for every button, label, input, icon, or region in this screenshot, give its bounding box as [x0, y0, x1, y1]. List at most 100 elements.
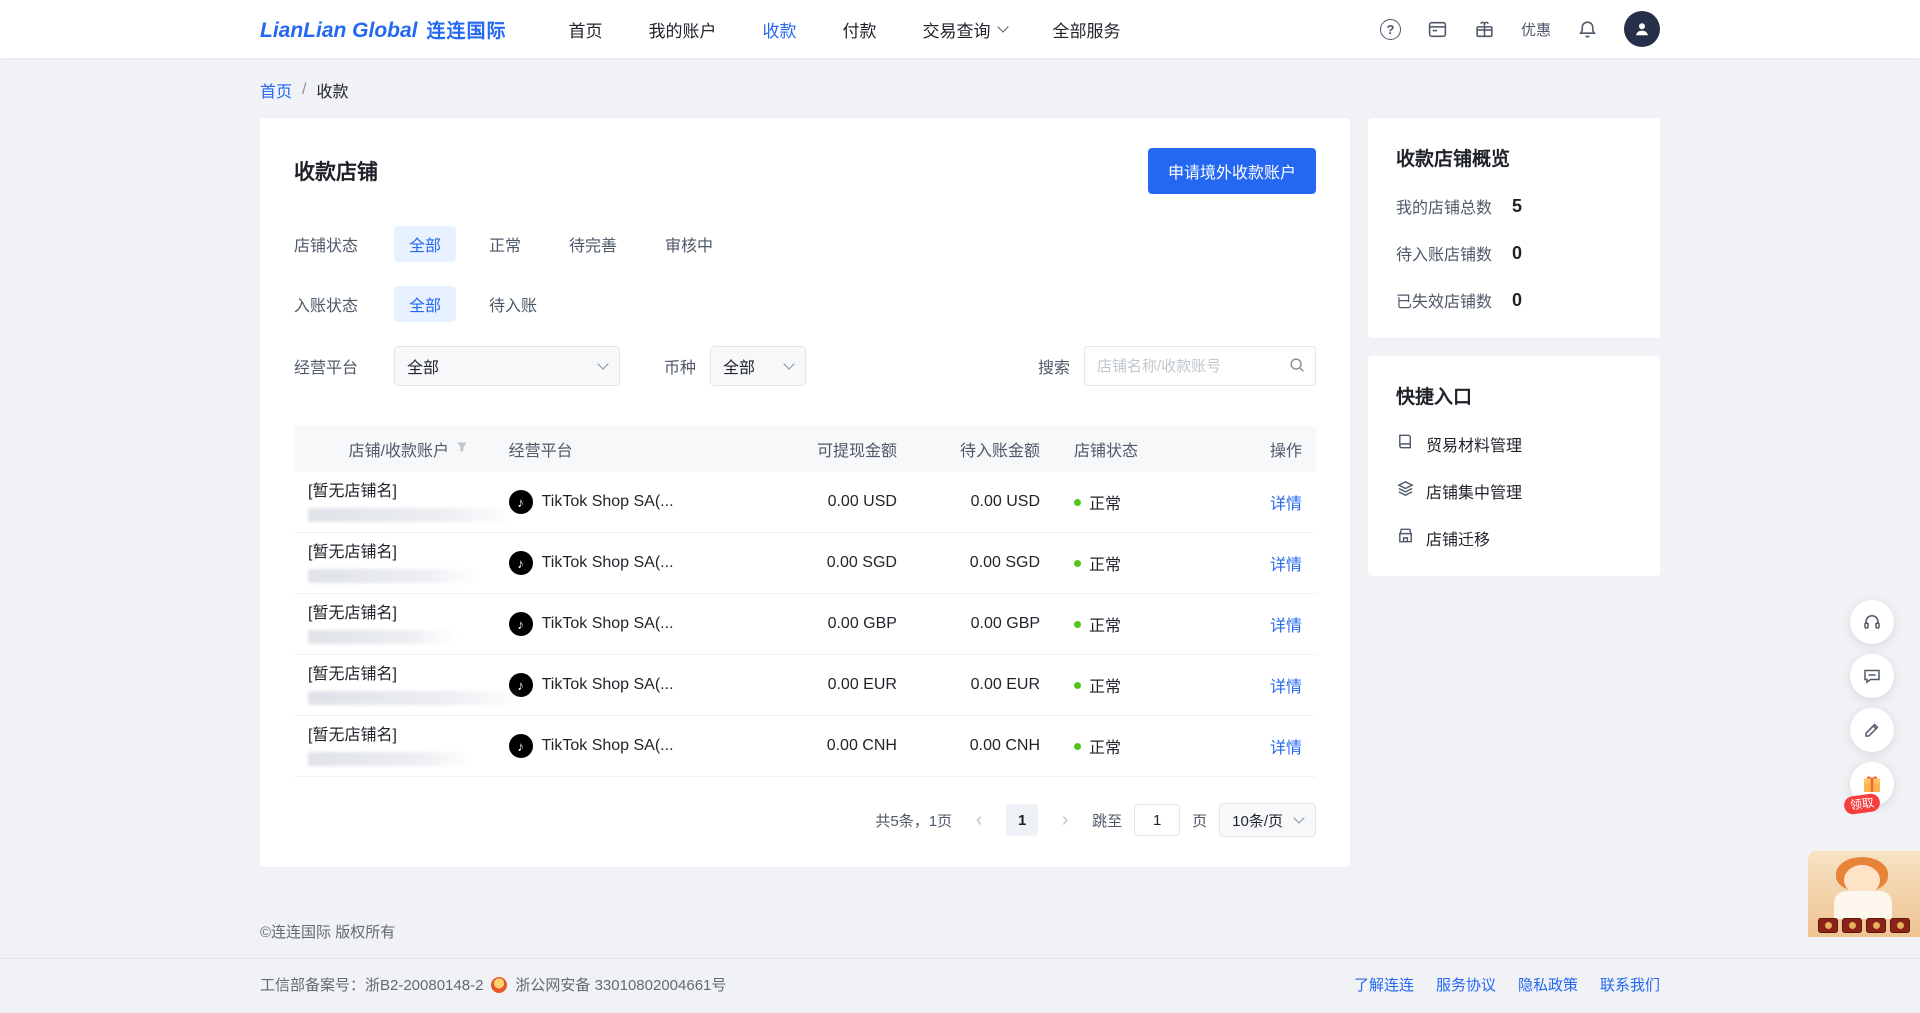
detail-link[interactable]: 详情: [1270, 679, 1302, 696]
icp-number: 工信部备案号：浙B2-20080148-2: [260, 974, 483, 995]
survey-pencil-button[interactable]: [1850, 708, 1894, 752]
nav-item-account[interactable]: 我的账户: [649, 17, 717, 42]
page-size-value: 10条/页: [1232, 810, 1283, 831]
nav-item-receive[interactable]: 收款: [763, 17, 797, 42]
promo-mini-button[interactable]: [1866, 918, 1886, 933]
promo-mini-button[interactable]: [1842, 918, 1862, 933]
promo-widget[interactable]: [1808, 851, 1920, 937]
platform-currency-filter: 经营平台 全部 币种 全部 搜索: [294, 346, 1316, 386]
jump-page-input[interactable]: [1134, 804, 1180, 836]
footer-link-privacy[interactable]: 隐私政策: [1518, 974, 1578, 995]
status-dot: [1074, 743, 1081, 750]
promo-mini-button[interactable]: [1818, 918, 1838, 933]
table-row: [暂无店铺名] ♪TikTok Shop SA(... 0.00 GBP 0.0…: [294, 594, 1316, 655]
store-status-reviewing[interactable]: 审核中: [650, 226, 728, 262]
quick-item-trade-materials[interactable]: 贸易材料管理: [1396, 432, 1632, 456]
status-dot: [1074, 621, 1081, 628]
pending-amount: 0.00 EUR: [897, 676, 1040, 694]
quick-item-store-management[interactable]: 店铺集中管理: [1396, 479, 1632, 503]
gift-box-icon[interactable]: [1474, 19, 1495, 40]
chevron-down-icon: [1293, 812, 1304, 823]
platform-name: TikTok Shop SA(...: [542, 737, 674, 755]
overview-title: 收款店铺概览: [1396, 144, 1632, 171]
store-name: [暂无店铺名]: [308, 726, 509, 745]
promo-link[interactable]: 优惠: [1521, 19, 1551, 40]
currency-select-value: 全部: [723, 354, 755, 378]
nav-item-transactions[interactable]: 交易查询: [923, 17, 1007, 42]
status-text: 正常: [1089, 612, 1121, 636]
filter-funnel-icon[interactable]: [456, 440, 468, 458]
footer-link-contact[interactable]: 联系我们: [1600, 974, 1660, 995]
footer-divider: [0, 958, 1920, 959]
store-status-label: 店铺状态: [294, 232, 380, 256]
search-label: 搜索: [1038, 354, 1070, 378]
pending-amount: 0.00 SGD: [897, 554, 1040, 572]
store-status-incomplete[interactable]: 待完善: [554, 226, 632, 262]
tiktok-icon: ♪: [509, 734, 533, 758]
header-action: 操作: [1214, 437, 1316, 461]
platform-select[interactable]: 全部: [394, 346, 620, 386]
table-row: [暂无店铺名] ♪TikTok Shop SA(... 0.00 CNH 0.0…: [294, 716, 1316, 777]
promo-mini-button[interactable]: [1890, 918, 1910, 933]
store-name: [暂无店铺名]: [308, 543, 509, 562]
prev-page-button[interactable]: ‹: [964, 805, 994, 835]
header-platform: 经营平台: [509, 437, 754, 461]
currency-label: 币种: [664, 354, 696, 378]
copyright-text: ©连连国际 版权所有: [260, 921, 1660, 942]
overview-card: 收款店铺概览 我的店铺总数 5 待入账店铺数 0 已失效店铺数 0: [1368, 118, 1660, 338]
status-text: 正常: [1089, 734, 1121, 758]
page-1-button[interactable]: 1: [1006, 804, 1038, 836]
currency-select[interactable]: 全部: [710, 346, 806, 386]
pagination-summary: 共5条，1页: [875, 810, 952, 831]
nav-item-all-services[interactable]: 全部服务: [1053, 17, 1121, 42]
overview-item-invalid: 已失效店铺数 0: [1396, 288, 1632, 312]
user-avatar[interactable]: [1624, 11, 1660, 47]
feedback-chat-button[interactable]: [1850, 654, 1894, 698]
nav-item-home[interactable]: 首页: [569, 17, 603, 42]
withdrawable-amount: 0.00 CNH: [754, 737, 897, 755]
overview-item-pending: 待入账店铺数 0: [1396, 241, 1632, 265]
detail-link[interactable]: 详情: [1270, 496, 1302, 513]
jump-unit: 页: [1192, 810, 1207, 831]
withdrawable-amount: 0.00 USD: [754, 493, 897, 511]
detail-link[interactable]: 详情: [1270, 557, 1302, 574]
status-text: 正常: [1089, 490, 1121, 514]
entry-status-pending[interactable]: 待入账: [474, 286, 552, 322]
redacted-account-number: [308, 691, 522, 705]
gift-claim-badge: 领取: [1843, 793, 1881, 816]
detail-link[interactable]: 详情: [1270, 740, 1302, 757]
gift-reward-button[interactable]: 领取: [1850, 762, 1894, 806]
entry-status-all[interactable]: 全部: [394, 286, 456, 322]
page-title: 收款店铺: [294, 156, 378, 186]
page-size-select[interactable]: 10条/页: [1219, 803, 1316, 837]
store-list-card: 收款店铺 申请境外收款账户 店铺状态 全部 正常 待完善 审核中 入账状态 全部…: [260, 118, 1350, 867]
apply-overseas-account-button[interactable]: 申请境外收款账户: [1148, 148, 1316, 194]
logo[interactable]: LianLian Global 连连国际: [260, 16, 507, 43]
nav-item-pay[interactable]: 付款: [843, 17, 877, 42]
status-dot: [1074, 682, 1081, 689]
redacted-account-number: [308, 630, 458, 644]
next-page-button[interactable]: ›: [1050, 805, 1080, 835]
footer-link-terms[interactable]: 服务协议: [1436, 974, 1496, 995]
table-row: [暂无店铺名] ♪TikTok Shop SA(... 0.00 USD 0.0…: [294, 472, 1316, 533]
logo-en-text: LianLian Global: [260, 19, 418, 43]
redacted-account-number: [308, 569, 480, 583]
logo-cn-text: 连连国际: [427, 16, 507, 43]
breadcrumb-separator: /: [302, 81, 306, 99]
overview-value-invalid: 0: [1512, 290, 1522, 311]
platform-name: TikTok Shop SA(...: [542, 676, 674, 694]
bell-icon[interactable]: [1577, 19, 1598, 40]
customer-service-button[interactable]: [1850, 600, 1894, 644]
search-icon[interactable]: [1288, 356, 1306, 379]
quick-item-store-migration[interactable]: 店铺迁移: [1396, 526, 1632, 550]
police-record-number: 浙公网安备 33010802004661号: [515, 974, 726, 995]
store-status-all[interactable]: 全部: [394, 226, 456, 262]
footer-link-about[interactable]: 了解连连: [1354, 974, 1414, 995]
help-icon[interactable]: ?: [1380, 19, 1401, 40]
tiktok-icon: ♪: [509, 612, 533, 636]
store-status-normal[interactable]: 正常: [474, 226, 536, 262]
search-input[interactable]: [1084, 346, 1316, 386]
breadcrumb-home[interactable]: 首页: [260, 78, 292, 102]
billing-icon[interactable]: [1427, 19, 1448, 40]
detail-link[interactable]: 详情: [1270, 618, 1302, 635]
